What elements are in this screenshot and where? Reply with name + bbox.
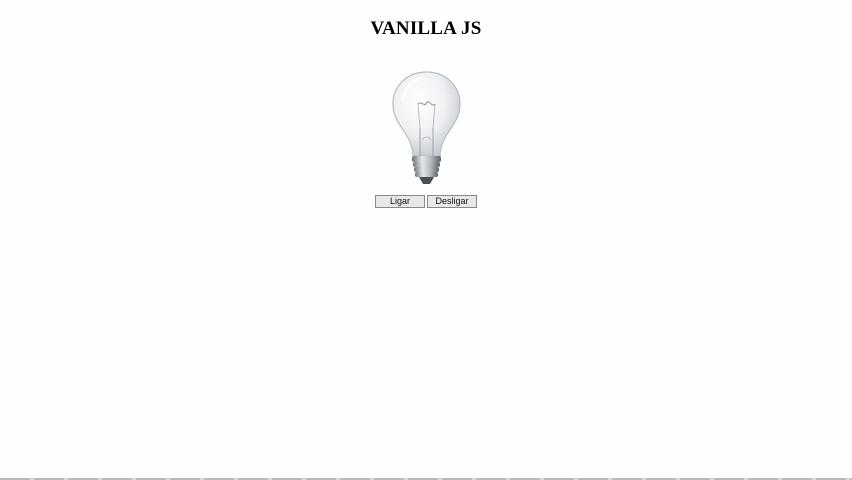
turn-on-button[interactable]: Ligar (375, 195, 425, 208)
page-title: VANILLA JS (370, 18, 482, 39)
lightbulb-off-icon (389, 70, 464, 188)
turn-off-button[interactable]: Desligar (427, 195, 477, 208)
bulb-controls: Ligar Desligar (0, 195, 852, 208)
page: VANILLA JS Ligar Desligar (0, 0, 852, 480)
